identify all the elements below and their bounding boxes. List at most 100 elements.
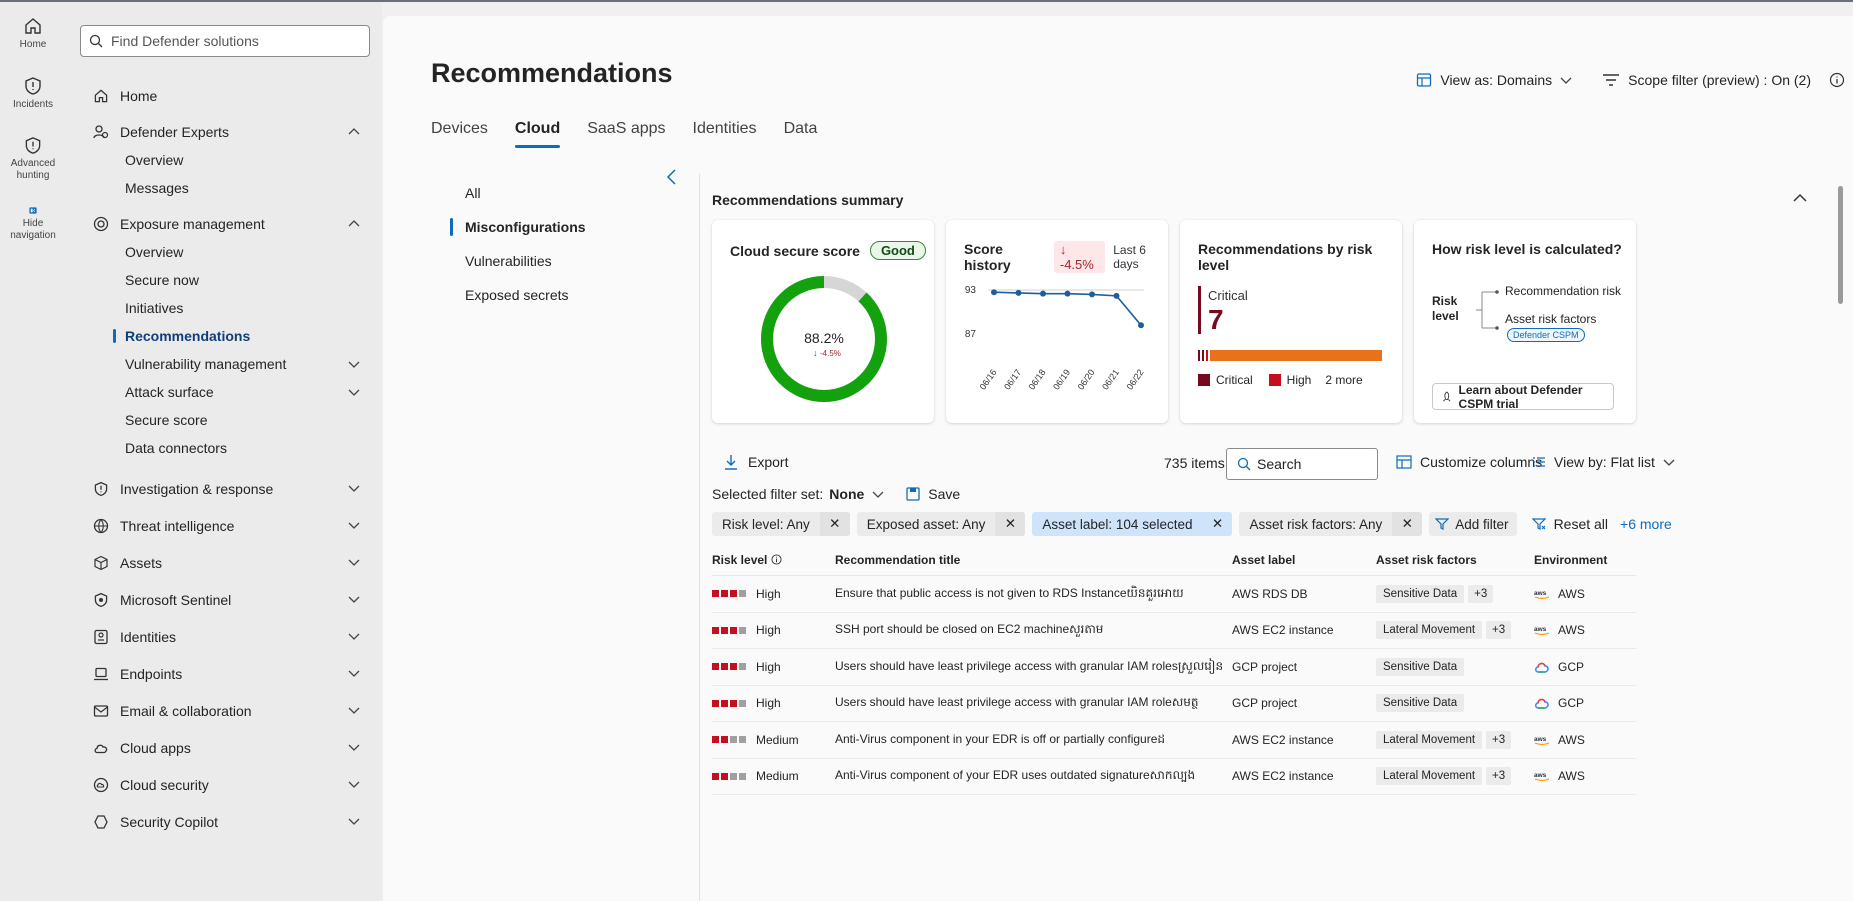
history-point[interactable] bbox=[991, 289, 997, 296]
add-filter-button[interactable]: Add filter bbox=[1429, 512, 1517, 536]
chevron-up-icon[interactable] bbox=[348, 219, 360, 229]
tab-identities[interactable]: Identities bbox=[693, 120, 757, 148]
chip-risk-level[interactable]: Risk level: Any ✕ bbox=[712, 512, 850, 536]
nav-em-initiatives[interactable]: Initiatives bbox=[66, 294, 382, 322]
nav-em-data-connectors[interactable]: Data connectors bbox=[66, 434, 382, 462]
recommendation-title[interactable]: Anti-Virus component of your EDR uses ou… bbox=[835, 767, 1232, 785]
chevron-down-icon[interactable] bbox=[348, 387, 360, 397]
recommendation-title[interactable]: Users should have least privilege access… bbox=[835, 694, 1232, 712]
nav-sentinel[interactable]: Microsoft Sentinel bbox=[66, 581, 382, 618]
nav-assets[interactable]: Assets bbox=[66, 544, 382, 581]
nav-em-attack-surface[interactable]: Attack surface bbox=[66, 378, 382, 406]
filter-all[interactable]: All bbox=[383, 176, 693, 210]
chip-asset-label[interactable]: Asset label: 104 selected ✕ bbox=[1032, 512, 1233, 536]
scrollbar[interactable] bbox=[1836, 176, 1844, 896]
nav-threat-intelligence[interactable]: Threat intelligence bbox=[66, 507, 382, 544]
nav-email[interactable]: Email & collaboration bbox=[66, 692, 382, 729]
nav-exposure-management[interactable]: Exposure management bbox=[66, 210, 382, 238]
tab-devices[interactable]: Devices bbox=[431, 120, 488, 148]
table-row[interactable]: Medium Anti-Virus component of your EDR … bbox=[712, 759, 1636, 795]
info-icon[interactable] bbox=[771, 554, 782, 565]
table-row[interactable]: High Users should have least privilege a… bbox=[712, 686, 1636, 722]
risk-factor-more[interactable]: +3 bbox=[1486, 730, 1512, 749]
customize-columns-button[interactable]: Customize columns bbox=[1396, 454, 1542, 470]
nav-em-secure-now[interactable]: Secure now bbox=[66, 266, 382, 294]
history-point[interactable] bbox=[1113, 292, 1120, 299]
chip-asset-risk-factors[interactable]: Asset risk factors: Any ✕ bbox=[1239, 512, 1423, 536]
table-search-input[interactable] bbox=[1257, 456, 1377, 472]
nav-home[interactable]: Home bbox=[66, 74, 382, 118]
info-icon[interactable] bbox=[1829, 72, 1845, 88]
rail-hide-navigation[interactable]: Hide navigation bbox=[0, 182, 66, 242]
tab-data[interactable]: Data bbox=[784, 120, 818, 148]
rail-advanced-hunting[interactable]: Advanced hunting bbox=[0, 122, 66, 182]
chevron-down-icon[interactable] bbox=[348, 557, 360, 567]
chevron-down-icon[interactable] bbox=[348, 742, 360, 752]
tab-saas-apps[interactable]: SaaS apps bbox=[587, 120, 665, 148]
nav-investigation[interactable]: Investigation & response bbox=[66, 470, 382, 507]
learn-cspm-button[interactable]: Learn about Defender CSPM trial bbox=[1432, 383, 1614, 411]
filter-exposed-secrets[interactable]: Exposed secrets bbox=[383, 278, 693, 312]
more-filters-link[interactable]: +6 more bbox=[1620, 516, 1672, 532]
history-point[interactable] bbox=[1138, 322, 1144, 329]
solutions-search-input[interactable] bbox=[111, 33, 351, 49]
chevron-down-icon[interactable] bbox=[348, 594, 360, 604]
chevron-down-icon[interactable] bbox=[348, 520, 360, 530]
table-search[interactable] bbox=[1226, 448, 1378, 480]
risk-factor-more[interactable]: +3 bbox=[1468, 584, 1494, 603]
col-risk-factors[interactable]: Asset risk factors bbox=[1376, 553, 1534, 567]
nav-endpoints[interactable]: Endpoints bbox=[66, 655, 382, 692]
chevron-up-icon[interactable] bbox=[348, 127, 360, 137]
history-point[interactable] bbox=[1015, 289, 1022, 296]
col-title[interactable]: Recommendation title bbox=[835, 553, 1232, 567]
filter-misconfigurations[interactable]: Misconfigurations bbox=[383, 210, 693, 244]
risk-factor-more[interactable]: +3 bbox=[1486, 767, 1512, 786]
nav-em-vulnerability-management[interactable]: Vulnerability management bbox=[66, 350, 382, 378]
chevron-down-icon[interactable] bbox=[872, 489, 884, 499]
legend-more[interactable]: 2 more bbox=[1325, 373, 1362, 387]
filter-set-value[interactable]: None bbox=[829, 486, 864, 502]
col-asset-label[interactable]: Asset label bbox=[1232, 553, 1376, 567]
tab-cloud[interactable]: Cloud bbox=[514, 120, 561, 148]
filter-vulnerabilities[interactable]: Vulnerabilities bbox=[383, 244, 693, 278]
nav-em-recommendations[interactable]: Recommendations bbox=[66, 322, 382, 350]
chip-exposed-asset[interactable]: Exposed asset: Any ✕ bbox=[856, 512, 1026, 536]
close-icon[interactable]: ✕ bbox=[819, 512, 850, 536]
nav-de-overview[interactable]: Overview bbox=[66, 146, 382, 174]
rail-home[interactable]: Home bbox=[0, 2, 66, 62]
close-icon[interactable]: ✕ bbox=[1202, 512, 1233, 536]
export-button[interactable]: Export bbox=[724, 454, 788, 470]
nav-de-messages[interactable]: Messages bbox=[66, 174, 382, 202]
nav-cloud-security[interactable]: Cloud security bbox=[66, 766, 382, 803]
solutions-search[interactable] bbox=[80, 25, 370, 57]
risk-factor-more[interactable]: +3 bbox=[1486, 621, 1512, 640]
history-point[interactable] bbox=[1064, 290, 1071, 297]
nav-defender-experts[interactable]: Defender Experts bbox=[66, 118, 382, 146]
nav-em-overview[interactable]: Overview bbox=[66, 238, 382, 266]
scope-filter-button[interactable]: Scope filter (preview) : On (2) bbox=[1602, 72, 1811, 88]
nav-security-copilot[interactable]: Security Copilot bbox=[66, 803, 382, 840]
nav-em-secure-score[interactable]: Secure score bbox=[66, 406, 382, 434]
recommendation-title[interactable]: SSH port should be closed on EC2 machine… bbox=[835, 621, 1232, 639]
recommendation-title[interactable]: Users should have least privilege access… bbox=[835, 658, 1232, 676]
table-row[interactable]: High Users should have least privilege a… bbox=[712, 649, 1636, 686]
view-as-dropdown[interactable]: View as: Domains bbox=[1416, 72, 1572, 88]
table-row[interactable]: Medium Anti-Virus component in your EDR … bbox=[712, 722, 1636, 759]
recommendation-title[interactable]: Anti-Virus component in your EDR is off … bbox=[835, 731, 1232, 749]
chevron-down-icon[interactable] bbox=[348, 816, 360, 826]
nav-identities[interactable]: Identities bbox=[66, 618, 382, 655]
save-button[interactable]: Save bbox=[906, 486, 960, 502]
recommendation-title[interactable]: Ensure that public access is not given t… bbox=[835, 585, 1232, 603]
chevron-down-icon[interactable] bbox=[348, 779, 360, 789]
close-icon[interactable]: ✕ bbox=[995, 512, 1026, 536]
chevron-down-icon[interactable] bbox=[348, 483, 360, 493]
history-point[interactable] bbox=[1089, 291, 1095, 298]
rail-incidents[interactable]: Incidents bbox=[0, 62, 66, 122]
nav-cloud-apps[interactable]: Cloud apps bbox=[66, 729, 382, 766]
chevron-up-icon[interactable] bbox=[1792, 192, 1808, 204]
chevron-down-icon[interactable] bbox=[348, 359, 360, 369]
scrollbar-thumb[interactable] bbox=[1838, 186, 1843, 304]
table-row[interactable]: High Ensure that public access is not gi… bbox=[712, 576, 1636, 613]
chevron-down-icon[interactable] bbox=[348, 705, 360, 715]
view-by-dropdown[interactable]: View by: Flat list bbox=[1532, 454, 1675, 470]
